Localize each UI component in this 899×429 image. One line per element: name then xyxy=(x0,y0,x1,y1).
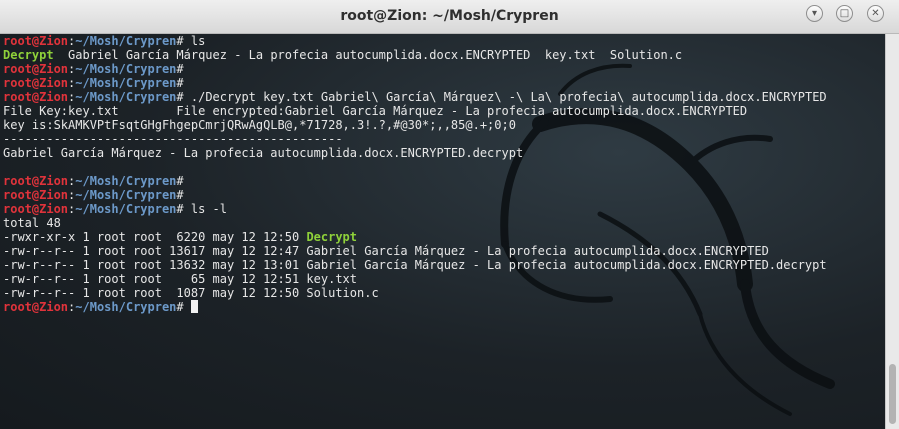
prompt-path: ~/Mosh/Crypren xyxy=(75,90,177,104)
maximize-button[interactable]: □ xyxy=(836,5,853,22)
prompt-symbol: # xyxy=(176,174,184,188)
prompt-user: root@Zion xyxy=(3,62,69,76)
terminal-line: root@Zion:~/Mosh/Crypren# xyxy=(3,300,827,314)
terminal-line: root@Zion:~/Mosh/Crypren# xyxy=(3,174,827,188)
output-text: -rw-r--r-- 1 root root 1087 may 12 12:50… xyxy=(3,286,379,300)
prompt-path: ~/Mosh/Crypren xyxy=(75,34,177,48)
prompt-symbol: # xyxy=(176,62,184,76)
command-text xyxy=(184,300,191,314)
prompt-user: root@Zion xyxy=(3,34,69,48)
terminal-line: root@Zion:~/Mosh/Crypren# xyxy=(3,76,827,90)
terminal-line: Gabriel García Márquez - La profecia aut… xyxy=(3,146,827,160)
terminal-line: -rwxr-xr-x 1 root root 6220 may 12 12:50… xyxy=(3,230,827,244)
prompt-user: root@Zion xyxy=(3,90,69,104)
prompt-path: ~/Mosh/Crypren xyxy=(75,62,177,76)
prompt-symbol: # xyxy=(176,34,184,48)
prompt-path: ~/Mosh/Crypren xyxy=(75,202,177,216)
output-text: total 48 xyxy=(3,216,61,230)
prompt-symbol: # xyxy=(176,76,184,90)
terminal-line: key is:SkAMKVPtFsqtGHgFhgepCmrjQRwAgQLB@… xyxy=(3,118,827,132)
text-cursor xyxy=(190,300,198,313)
output-text: -rwxr-xr-x 1 root root 6220 may 12 12:50 xyxy=(3,230,307,244)
close-icon: ✕ xyxy=(871,8,880,19)
maximize-icon: □ xyxy=(839,8,850,19)
prompt-user: root@Zion xyxy=(3,76,69,90)
prompt-user: root@Zion xyxy=(3,188,69,202)
terminal-line: Decrypt Gabriel García Márquez - La prof… xyxy=(3,48,827,62)
terminal-output[interactable]: root@Zion:~/Mosh/Crypren# ls Decrypt Gabr… xyxy=(0,34,885,429)
terminal-line: -rw-r--r-- 1 root root 13617 may 12 12:4… xyxy=(3,244,827,258)
terminal-line: -rw-r--r-- 1 root root 13632 may 12 13:0… xyxy=(3,258,827,272)
command-text: ls -l xyxy=(183,202,228,216)
executable-file: Decrypt xyxy=(306,230,358,244)
terminal-line: -rw-r--r-- 1 root root 65 may 12 12:51 k… xyxy=(3,272,827,286)
terminal-line: ----------------------------------------… xyxy=(3,132,827,146)
terminal-line: total 48 xyxy=(3,216,827,230)
minimize-icon: ▾ xyxy=(811,8,818,19)
terminal-line: root@Zion:~/Mosh/Crypren# ls xyxy=(3,34,827,48)
prompt-symbol: # xyxy=(176,202,184,216)
close-button[interactable]: ✕ xyxy=(867,5,884,22)
output-text: Gabriel García Márquez - La profecia aut… xyxy=(53,48,683,62)
terminal-line: root@Zion:~/Mosh/Crypren# ls -l xyxy=(3,202,827,216)
output-text: File Key:key.txt File encrypted:Gabriel … xyxy=(3,104,748,118)
executable-file: Decrypt xyxy=(3,48,54,62)
command-text: ls xyxy=(183,34,206,48)
output-text: ----------------------------------------… xyxy=(3,132,343,146)
prompt-path: ~/Mosh/Crypren xyxy=(75,76,177,90)
title-bar[interactable]: root@Zion: ~/Mosh/Crypren ▾ □ ✕ xyxy=(0,0,899,34)
output-text: Gabriel García Márquez - La profecia aut… xyxy=(3,146,524,160)
output-text: key is:SkAMKVPtFsqtGHgFhgepCmrjQRwAgQLB@… xyxy=(3,118,516,132)
terminal-window: root@Zion: ~/Mosh/Crypren ▾ □ ✕ root@Zio… xyxy=(0,0,899,429)
output-text: -rw-r--r-- 1 root root 13632 may 12 13:0… xyxy=(3,258,827,272)
prompt-user: root@Zion xyxy=(3,300,69,314)
scrollbar[interactable] xyxy=(885,34,899,429)
terminal-line: -rw-r--r-- 1 root root 1087 may 12 12:50… xyxy=(3,286,827,300)
terminal-text: root@Zion:~/Mosh/Crypren# ls Decrypt Gabr… xyxy=(3,34,827,314)
prompt-symbol: # xyxy=(176,300,184,314)
prompt-user: root@Zion xyxy=(3,202,69,216)
command-text: ./Decrypt key.txt Gabriel\ García\ Márqu… xyxy=(183,90,827,104)
prompt-path: ~/Mosh/Crypren xyxy=(75,174,177,188)
scrollbar-thumb[interactable] xyxy=(889,364,896,424)
terminal-line: root@Zion:~/Mosh/Crypren# xyxy=(3,188,827,202)
prompt-symbol: # xyxy=(176,90,184,104)
prompt-path: ~/Mosh/Crypren xyxy=(75,300,177,314)
window-title: root@Zion: ~/Mosh/Crypren xyxy=(340,8,559,24)
output-text: -rw-r--r-- 1 root root 65 may 12 12:51 k… xyxy=(3,272,358,286)
prompt-user: root@Zion xyxy=(3,174,69,188)
minimize-button[interactable]: ▾ xyxy=(806,5,823,22)
prompt-symbol: # xyxy=(176,188,184,202)
terminal-line: root@Zion:~/Mosh/Crypren# ./Decrypt key.… xyxy=(3,90,827,104)
prompt-path: ~/Mosh/Crypren xyxy=(75,188,177,202)
output-text: -rw-r--r-- 1 root root 13617 may 12 12:4… xyxy=(3,244,769,258)
terminal-line: File Key:key.txt File encrypted:Gabriel … xyxy=(3,104,827,118)
terminal-line: root@Zion:~/Mosh/Crypren# xyxy=(3,62,827,76)
